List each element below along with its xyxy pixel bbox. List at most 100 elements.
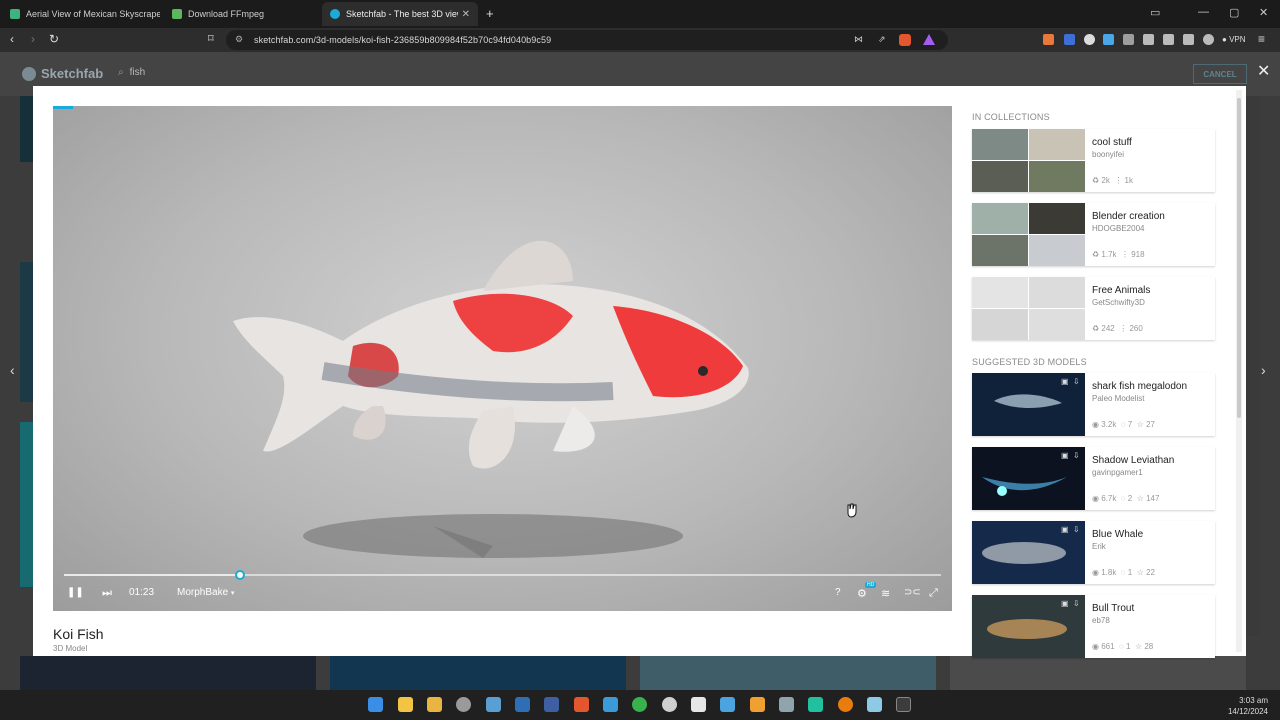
3d-viewer[interactable]: ❚❚ ⏭ 01:23 MorphBake ▾ ? ⚙ HD ≋ ⊃⊂ ⤢	[53, 106, 952, 611]
file-explorer-icon[interactable]	[398, 697, 413, 712]
url-text: sketchfab.com/3d-models/koi-fish-236859b…	[254, 35, 552, 45]
extension-icon[interactable]	[1103, 34, 1114, 45]
next-frame-icon[interactable]: ⏭	[102, 587, 112, 600]
model-author[interactable]: Paleo Modelist	[1092, 394, 1144, 403]
url-bar[interactable]: ⚙ sketchfab.com/3d-models/koi-fish-23685…	[226, 30, 948, 50]
leo-icon[interactable]	[1203, 34, 1214, 45]
app-icon[interactable]	[603, 697, 618, 712]
suggested-model-card[interactable]: ▣ ⇩ Shadow Leviathan gavinpgamer1 ◉ 6.7k …	[972, 447, 1215, 510]
download-icon: ⇩	[1073, 451, 1080, 460]
brave-rewards-icon[interactable]	[923, 34, 935, 45]
background-thumbnail	[950, 656, 1246, 690]
bookmark-icon[interactable]: ⌑	[208, 32, 214, 45]
minimize-icon[interactable]: —	[1198, 6, 1209, 18]
model-stats: ◉ 3.2k ◌ 7 ☆ 27	[1092, 420, 1156, 429]
reload-icon[interactable]: ↻	[49, 32, 59, 46]
tab-download-ffmpeg[interactable]: Download FFmpeg	[164, 2, 322, 26]
tab-title: Download FFmpeg	[188, 9, 265, 19]
terminal-icon[interactable]	[896, 697, 911, 712]
collection-author[interactable]: GetSchwifty3D	[1092, 298, 1145, 307]
extension-icon[interactable]	[1043, 34, 1054, 45]
model-title[interactable]: Blue Whale	[1092, 529, 1143, 540]
comments-icon: ◌	[1120, 420, 1126, 429]
model-title[interactable]: Shadow Leviathan	[1092, 455, 1174, 466]
vpn-button[interactable]: ● VPN	[1222, 35, 1246, 44]
back-icon[interactable]: ‹	[10, 32, 14, 46]
collection-card[interactable]: Blender creation HDOGBE2004 ♻ 1.7k ⋮ 918	[972, 203, 1215, 266]
mute-icon[interactable]: ⋈	[854, 34, 863, 45]
brave-icon[interactable]	[574, 697, 589, 712]
app-icon[interactable]	[691, 697, 706, 712]
settings-icon[interactable]: ⚙	[857, 587, 867, 600]
vr-icon[interactable]: ⊃⊂	[904, 587, 921, 598]
sketchfab-logo[interactable]: Sketchfab	[22, 66, 103, 81]
app-icon[interactable]	[779, 697, 794, 712]
collection-title[interactable]: Free Animals	[1092, 285, 1150, 296]
app-icon[interactable]	[544, 697, 559, 712]
model-title[interactable]: Bull Trout	[1092, 603, 1134, 614]
maximize-icon[interactable]: ▢	[1229, 6, 1239, 19]
brave-shield-icon[interactable]	[899, 34, 911, 46]
start-icon[interactable]	[368, 697, 383, 712]
model-title[interactable]: shark fish megalodon	[1092, 381, 1187, 392]
search-input[interactable]: ⌕ fish	[118, 67, 145, 78]
scrollbar-thumb[interactable]	[1237, 98, 1241, 418]
suggested-model-card[interactable]: ▣ ⇩ Blue Whale Erik ◉ 1.8k ◌ 1 ☆ 22	[972, 521, 1215, 584]
app-icon[interactable]	[632, 697, 647, 712]
blender-icon[interactable]	[838, 697, 853, 712]
anal-fin	[353, 406, 386, 440]
notepad-icon[interactable]	[867, 697, 882, 712]
menu-icon[interactable]: ≡	[1258, 32, 1265, 46]
close-window-icon[interactable]: ✕	[1259, 6, 1268, 19]
share-icon[interactable]: ⇗	[878, 34, 886, 45]
close-modal-icon[interactable]: ✕	[1257, 61, 1270, 81]
collection-title[interactable]: Blender creation	[1092, 211, 1165, 222]
app-icon[interactable]	[456, 697, 471, 712]
fullscreen-icon[interactable]: ⤢	[929, 587, 938, 600]
wallet-icon[interactable]	[1183, 34, 1194, 45]
pause-icon[interactable]: ❚❚	[67, 587, 84, 598]
star-icon: ☆	[1136, 420, 1144, 429]
next-model-icon[interactable]: ›	[1261, 362, 1266, 378]
download-icon[interactable]	[1143, 34, 1154, 45]
collection-author[interactable]: boonyifei	[1092, 150, 1124, 159]
forward-icon[interactable]: ›	[31, 32, 35, 46]
suggested-model-card[interactable]: ▣ ⇩ Bull Trout eb78 ◉ 661 ◌ 1 ☆ 28	[972, 595, 1215, 658]
cancel-button[interactable]: CANCEL	[1193, 64, 1247, 84]
new-tab-button[interactable]: +	[486, 6, 494, 21]
puzzle-icon[interactable]	[1123, 34, 1134, 45]
model-author[interactable]: gavinpgamer1	[1092, 468, 1143, 477]
app-icon[interactable]	[662, 697, 677, 712]
model-author[interactable]: eb78	[1092, 616, 1110, 625]
animation-select[interactable]: MorphBake ▾	[177, 587, 234, 598]
collection-author[interactable]: HDOGBE2004	[1092, 224, 1144, 233]
help-button[interactable]: ?	[835, 587, 841, 598]
tab-aerial-view[interactable]: Aerial View of Mexican Skyscraper C	[2, 2, 160, 26]
like-count: 242	[1101, 324, 1115, 333]
panel-scrollbar[interactable]	[1236, 90, 1242, 652]
collection-card[interactable]: Free Animals GetSchwifty3D ♻ 242 ⋮ 260	[972, 277, 1215, 340]
app-icon[interactable]	[808, 697, 823, 712]
suggested-model-card[interactable]: ▣ ⇩ shark fish megalodon Paleo Modelist ◉…	[972, 373, 1215, 436]
close-tab-icon[interactable]: ✕	[462, 9, 470, 20]
extension-icon[interactable]	[1064, 34, 1075, 45]
like-count: 2k	[1101, 176, 1110, 185]
tab-search-icon[interactable]: ▭	[1150, 6, 1160, 19]
timeline-track[interactable]	[64, 570, 941, 580]
search-app-icon[interactable]	[486, 697, 501, 712]
system-clock[interactable]: 3:03 am 14/12/2024	[1228, 695, 1268, 717]
collection-title[interactable]: cool stuff	[1092, 137, 1132, 148]
app-icon[interactable]	[720, 697, 735, 712]
extension-icon[interactable]	[1084, 34, 1095, 45]
app-icon[interactable]	[750, 697, 765, 712]
sidebar-icon[interactable]	[1163, 34, 1174, 45]
site-info-icon[interactable]: ⚙	[235, 34, 243, 45]
app-icon[interactable]	[427, 697, 442, 712]
tab-sketchfab[interactable]: Sketchfab - The best 3D viewer ✕	[322, 2, 478, 26]
model-author[interactable]: Erik	[1092, 542, 1106, 551]
collection-card[interactable]: cool stuff boonyifei ♻ 2k ⋮ 1k	[972, 129, 1215, 192]
download-icon: ⇩	[1073, 599, 1080, 608]
previous-model-icon[interactable]: ‹	[10, 362, 15, 378]
layers-icon[interactable]: ≋	[881, 587, 890, 600]
lrc-icon[interactable]	[515, 697, 530, 712]
